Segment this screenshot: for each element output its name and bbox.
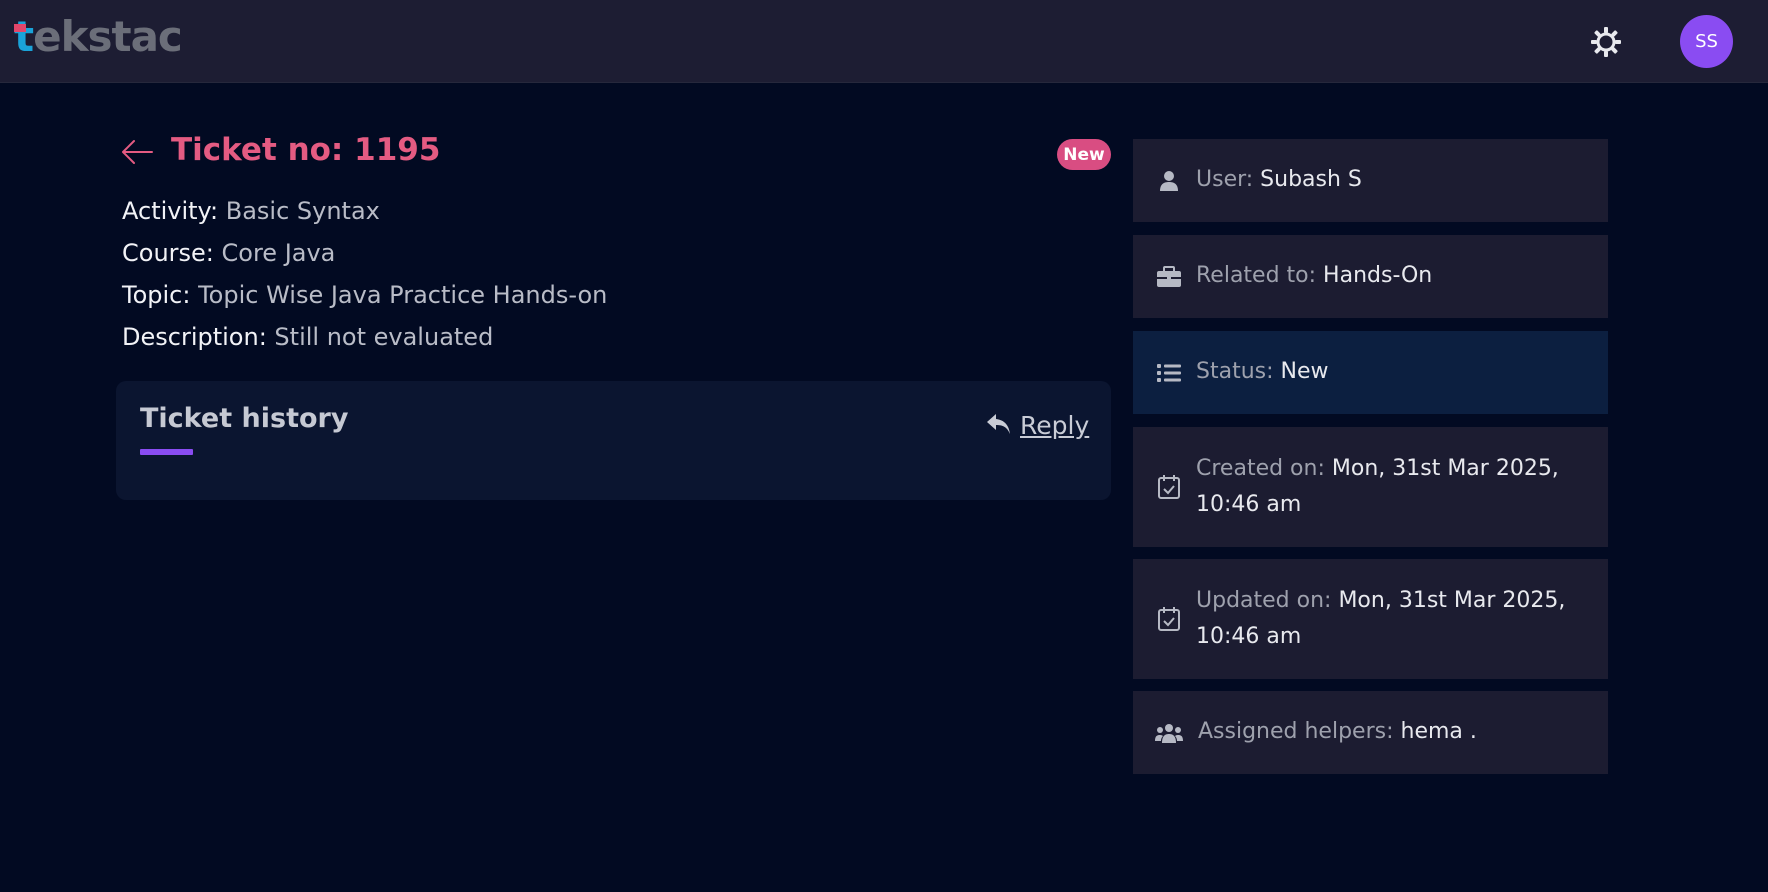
topic-value: Topic Wise Java Practice Hands-on [198,281,608,309]
reply-label: Reply [1020,411,1090,440]
ticket-history-card: Ticket history Reply [116,381,1111,500]
related-text: Related to: Hands-On [1196,258,1590,294]
avatar[interactable]: SS [1680,15,1733,68]
list-icon [1155,359,1183,387]
users-icon [1155,719,1183,747]
ticket-history-underline [140,449,193,455]
description-label: Description: [122,323,267,351]
activity-value: Basic Syntax [225,197,380,225]
user-label: User: [1196,167,1254,192]
course-label: Course: [122,239,214,267]
updated-text: Updated on: Mon, 31st Mar 2025, 10:46 am [1196,583,1590,655]
reply-icon [986,412,1012,440]
briefcase-icon [1155,263,1183,291]
calendar-check-icon [1155,473,1183,501]
helpers-label: Assigned helpers: [1198,719,1394,744]
status-badge: New [1057,139,1111,170]
updated-label: Updated on: [1196,588,1332,613]
description-value: Still not evaluated [274,323,494,351]
created-card: Created on: Mon, 31st Mar 2025, 10:46 am [1133,427,1608,547]
created-text: Created on: Mon, 31st Mar 2025, 10:46 am [1196,451,1590,523]
status-value: New [1280,359,1329,384]
user-value: Subash S [1260,167,1362,192]
status-text: Status: New [1196,354,1590,390]
user-icon [1155,167,1183,195]
gear-icon[interactable] [1588,24,1624,60]
updated-card: Updated on: Mon, 31st Mar 2025, 10:46 am [1133,559,1608,679]
ticket-history-title: Ticket history [140,403,349,434]
logo-initial: t [14,12,34,61]
tekstac-logo[interactable]: tekstac [14,12,183,61]
calendar-check-icon [1155,605,1183,633]
helpers-card: Assigned helpers: hema . [1133,691,1608,774]
status-label: Status: [1196,359,1274,384]
activity-label: Activity: [122,197,219,225]
topic-label: Topic: [122,281,191,309]
top-bar: tekstac SS [0,0,1768,83]
topic-row: Topic: Topic Wise Java Practice Hands-on [122,281,607,309]
related-label: Related to: [1196,263,1317,288]
course-value: Core Java [221,239,336,267]
course-row: Course: Core Java [122,239,335,267]
logo-text: ekstac [33,12,183,61]
helpers-text: Assigned helpers: hema . [1198,714,1590,750]
related-card: Related to: Hands-On [1133,235,1608,318]
description-row: Description: Still not evaluated [122,323,493,351]
created-label: Created on: [1196,456,1325,481]
status-card: Status: New [1133,331,1608,414]
user-text: User: Subash S [1196,162,1590,198]
related-value: Hands-On [1323,263,1433,288]
activity-row: Activity: Basic Syntax [122,197,380,225]
reply-button[interactable]: Reply [986,411,1089,440]
user-card: User: Subash S [1133,139,1608,222]
helpers-value: hema . [1400,719,1477,744]
page-title: Ticket no: 1195 [171,132,441,168]
back-arrow-icon[interactable] [120,138,154,166]
